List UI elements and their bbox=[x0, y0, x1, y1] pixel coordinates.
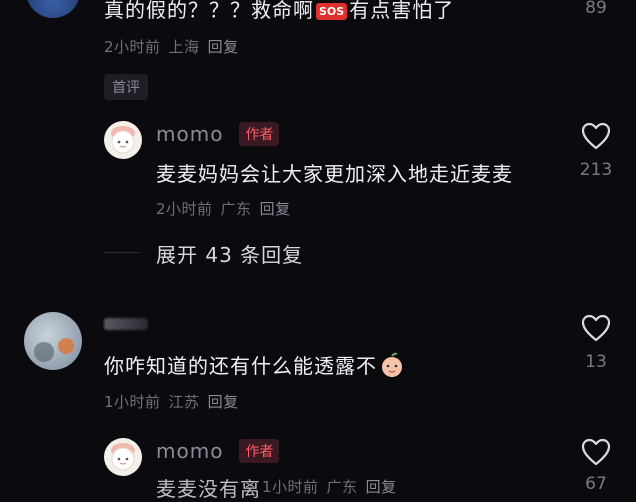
heart-icon bbox=[581, 122, 611, 150]
comment-meta: 2小时前 上海 回复 bbox=[104, 38, 239, 56]
comment-meta: 1小时前 江苏 回复 bbox=[104, 393, 239, 411]
expand-replies-button[interactable]: 展开 43 条回复 bbox=[156, 239, 303, 268]
reply-button[interactable]: 回复 bbox=[208, 393, 239, 411]
username[interactable]: momo bbox=[156, 122, 223, 146]
username[interactable]: momo bbox=[156, 439, 223, 463]
like-count: 13 bbox=[585, 352, 607, 372]
comment-text: 真的假的？？？救命啊 SOS 有点害怕了 bbox=[104, 0, 455, 22]
reply-header: momo 作者 bbox=[156, 439, 280, 463]
avatar[interactable] bbox=[104, 438, 142, 476]
heart-icon bbox=[581, 438, 611, 466]
reply-meta: 1小时前 广东 回复 bbox=[262, 478, 397, 496]
reply-meta: 2小时前 广东 回复 bbox=[156, 200, 291, 218]
reply-button[interactable]: 回复 bbox=[208, 38, 239, 56]
avatar[interactable] bbox=[26, 0, 80, 18]
like-count: 89 bbox=[585, 0, 607, 18]
sos-emoji-icon: SOS bbox=[316, 3, 348, 20]
peach-face-emoji-icon bbox=[379, 352, 405, 383]
first-comment-tag: 首评 bbox=[104, 74, 148, 100]
comment-text: 你咋知道的还有什么能透露不 bbox=[104, 350, 405, 383]
reply-header: momo 作者 bbox=[156, 122, 280, 146]
reply-button[interactable]: 回复 bbox=[366, 478, 397, 496]
reply-text: 麦麦妈妈会让大家更加深入地走近麦麦 bbox=[156, 162, 513, 186]
author-badge: 作者 bbox=[239, 122, 280, 146]
like-count: 213 bbox=[579, 160, 613, 180]
like-button[interactable] bbox=[580, 313, 612, 347]
blurred-username[interactable] bbox=[104, 318, 148, 330]
expand-divider bbox=[104, 252, 140, 253]
like-button[interactable] bbox=[580, 437, 612, 471]
avatar[interactable] bbox=[24, 312, 82, 370]
reply-button[interactable]: 回复 bbox=[260, 200, 291, 218]
like-count: 67 bbox=[585, 474, 607, 494]
heart-icon bbox=[581, 314, 611, 342]
avatar[interactable] bbox=[104, 121, 142, 159]
like-button[interactable] bbox=[580, 121, 612, 155]
author-badge: 作者 bbox=[239, 439, 280, 463]
